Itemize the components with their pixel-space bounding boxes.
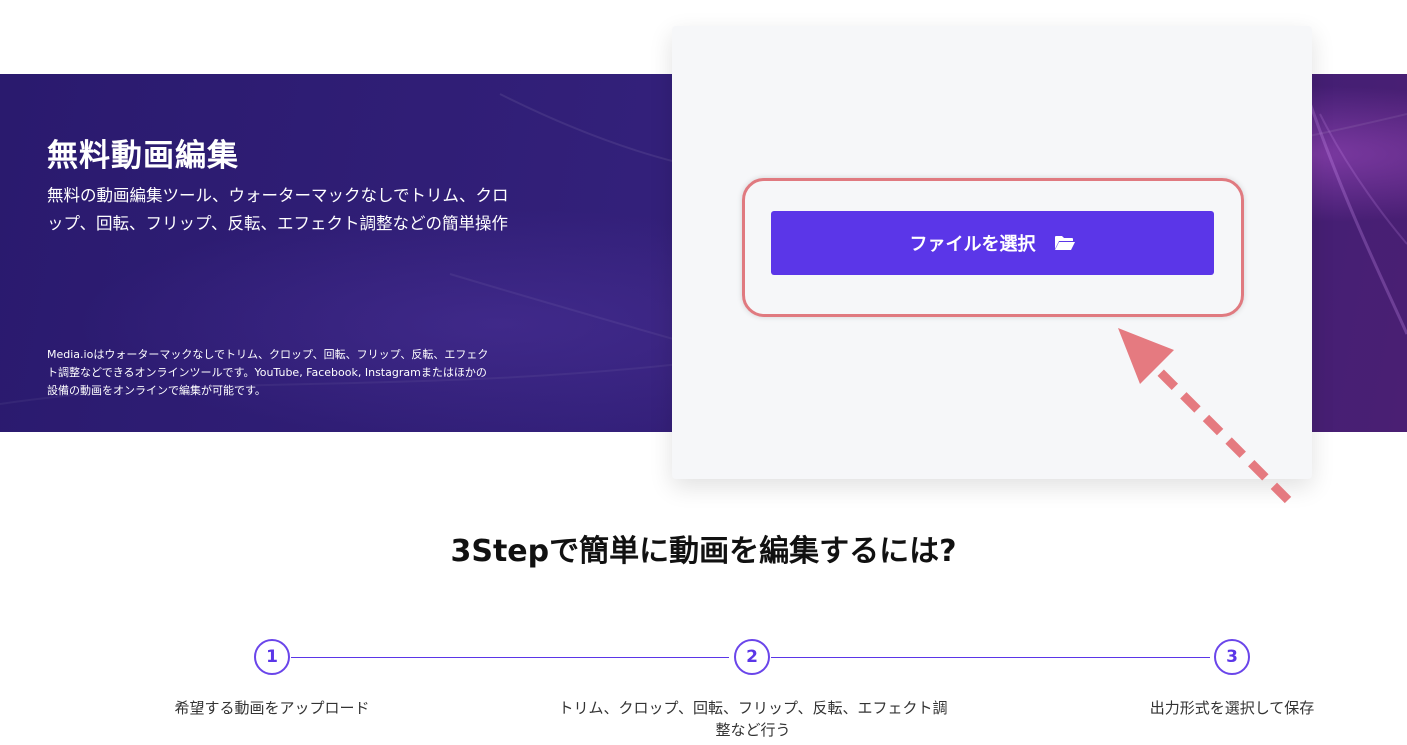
- step-number-badge: 2: [734, 639, 770, 675]
- step-number-badge: 1: [254, 639, 290, 675]
- select-file-label: ファイルを選択: [909, 234, 1036, 255]
- pointer-arrow-annotation: [1118, 328, 1292, 504]
- hero-note: Media.ioはウォーターマックなしでトリム、クロップ、回転、フリップ、反転、…: [47, 348, 489, 397]
- folder-open-icon: [1054, 234, 1076, 252]
- step-connector: [771, 657, 1210, 658]
- step-label: 出力形式を選択して保存: [1149, 699, 1315, 717]
- page: 無料動画編集 無料の動画編集ツール、ウォーターマックなしでトリム、クロップ、回転…: [0, 0, 1407, 745]
- step-label: トリム、クロップ、回転、フリップ、反転、エフェクト調整など行う: [558, 699, 948, 739]
- step-label: 希望する動画をアップロード: [174, 699, 370, 717]
- step-number-badge: 3: [1214, 639, 1250, 675]
- step-connector: [291, 657, 729, 658]
- hero-title: 無料動画編集: [47, 138, 239, 174]
- steps-title: 3Stepで簡単に動画を編集するには?: [450, 534, 957, 569]
- hero-description: 無料の動画編集ツール、ウォーターマックなしでトリム、クロップ、回転、フリップ、反…: [47, 186, 509, 233]
- select-file-button[interactable]: ファイルを選択: [771, 211, 1214, 275]
